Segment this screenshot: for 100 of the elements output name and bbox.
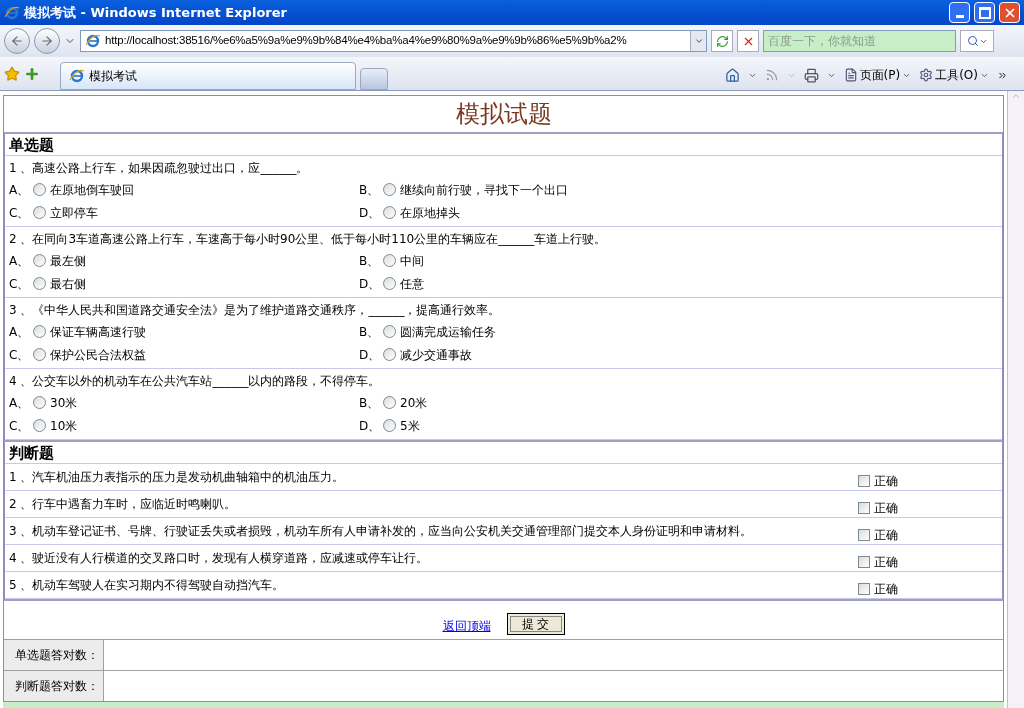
- radio-button[interactable]: [383, 277, 396, 290]
- browser-logo-icon: [4, 4, 20, 21]
- option-letter: C、: [9, 204, 29, 222]
- option-letter: D、: [359, 346, 379, 364]
- search-button[interactable]: [960, 30, 994, 52]
- question-text: 4 、驶近没有人行横道的交叉路口时，发现有人横穿道路，应减速或停车让行。: [9, 550, 430, 567]
- question-text: 3 、机动车登记证书、号牌、行驶证丢失或者损毁，机动车所有人申请补发的，应当向公安机关交通管理部门提交本人身份证明和申请材料。: [9, 523, 754, 540]
- new-tab-button[interactable]: [360, 68, 388, 90]
- option-letter: C、: [9, 346, 29, 364]
- checkbox-label[interactable]: 正确: [874, 580, 898, 598]
- add-favorite-icon[interactable]: [24, 66, 40, 82]
- radio-button[interactable]: [33, 396, 46, 409]
- question-text: 3 、《中华人民共和国道路交通安全法》是为了维护道路交通秩序，______，提高通行效率。: [9, 302, 502, 319]
- refresh-button[interactable]: [711, 30, 733, 52]
- browser-logo-icon: [85, 33, 101, 49]
- radio-button[interactable]: [383, 348, 396, 361]
- refresh-icon: [715, 34, 729, 48]
- question-text: 2 、行车中遇畜力车时，应临近时鸣喇叭。: [9, 496, 238, 513]
- section-heading: 单选题: [5, 134, 1002, 156]
- back-button[interactable]: [4, 28, 30, 54]
- option-label[interactable]: 继续向前行驶，寻找下一个出口: [400, 180, 568, 199]
- option-label[interactable]: 圆满完成运输任务: [400, 322, 496, 341]
- option-label[interactable]: 中间: [400, 251, 424, 270]
- checkbox-label[interactable]: 正确: [874, 472, 898, 490]
- option-letter: A、: [9, 323, 29, 341]
- maximize-button[interactable]: [974, 2, 995, 23]
- checkbox[interactable]: [858, 529, 870, 541]
- option-label[interactable]: 减少交通事故: [400, 345, 472, 364]
- command-label: 工具(O): [935, 67, 978, 84]
- address-field[interactable]: http://localhost:38516/%e6%a5%9a%e9%9b%84%e4%ba%a4%e9%80%9a%e9%9b%86%e5%9b%a2%: [80, 30, 707, 52]
- close-button[interactable]: [999, 2, 1020, 23]
- option-label[interactable]: 在原地掉头: [400, 203, 460, 222]
- home-icon[interactable]: [724, 67, 740, 83]
- back-to-top-link[interactable]: 返回顶端: [442, 617, 491, 635]
- radio-button[interactable]: [33, 277, 46, 290]
- page-icon: [843, 68, 858, 82]
- radio-button[interactable]: [383, 396, 396, 409]
- radio-button[interactable]: [33, 183, 46, 196]
- radio-button[interactable]: [383, 419, 396, 432]
- submit-button[interactable]: 提 交: [506, 613, 565, 635]
- checkbox[interactable]: [858, 475, 870, 487]
- radio-button[interactable]: [33, 419, 46, 432]
- search-icon: [966, 35, 979, 47]
- stop-button[interactable]: [737, 30, 759, 52]
- scrollbar[interactable]: [1007, 91, 1024, 708]
- option-letter: B、: [359, 323, 379, 341]
- radio-button[interactable]: [33, 206, 46, 219]
- option-letter: A、: [9, 394, 29, 412]
- option-label[interactable]: 30米: [50, 393, 78, 412]
- radio-button[interactable]: [33, 254, 46, 267]
- feed-icon[interactable]: [764, 68, 779, 82]
- search-field[interactable]: 百度一下，你就知道: [763, 30, 956, 52]
- radio-button[interactable]: [33, 348, 46, 361]
- option-label[interactable]: 最左侧: [50, 251, 86, 270]
- checkbox-label[interactable]: 正确: [874, 499, 898, 517]
- favorites-star-icon[interactable]: [4, 66, 20, 82]
- option-label[interactable]: 在原地倒车驶回: [50, 180, 134, 199]
- option-label[interactable]: 任意: [400, 274, 424, 293]
- page-title: 模拟试题: [454, 99, 553, 130]
- option-letter: D、: [359, 204, 379, 222]
- radio-button[interactable]: [383, 183, 396, 196]
- browser-logo-icon: [69, 68, 85, 84]
- question-text: 1 、高速公路上行车，如果因疏忽驶过出口，应______。: [9, 160, 310, 177]
- minimize-button[interactable]: [949, 2, 970, 23]
- option-label[interactable]: 20米: [400, 393, 428, 412]
- option-letter: B、: [359, 394, 379, 412]
- section-heading: 判断题: [5, 442, 1002, 464]
- browser-tab[interactable]: 模拟考试: [60, 62, 356, 90]
- radio-button[interactable]: [383, 325, 396, 338]
- radio-button[interactable]: [33, 325, 46, 338]
- option-label[interactable]: 保护公民合法权益: [50, 345, 146, 364]
- question-text: 5 、机动车驾驶人在实习期内不得驾驶自动挡汽车。: [9, 577, 286, 594]
- option-letter: D、: [359, 275, 379, 293]
- option-letter: B、: [359, 181, 379, 199]
- checkbox[interactable]: [858, 502, 870, 514]
- printer-icon[interactable]: [803, 67, 819, 83]
- option-letter: D、: [359, 417, 379, 435]
- option-label[interactable]: 立即停车: [50, 203, 98, 222]
- checkbox-label[interactable]: 正确: [874, 526, 898, 544]
- checkbox-label[interactable]: 正确: [874, 553, 898, 571]
- option-label[interactable]: 5米: [400, 416, 420, 435]
- forward-button[interactable]: [34, 28, 60, 54]
- option-label[interactable]: 保证车辆高速行驶: [50, 322, 146, 341]
- score-label: 判断题答对数：: [4, 671, 104, 701]
- window-title: 模拟考试 - Windows Internet Explorer: [24, 3, 288, 22]
- radio-button[interactable]: [383, 254, 396, 267]
- arrow-left-icon: [10, 34, 24, 48]
- option-letter: A、: [9, 252, 29, 270]
- option-label[interactable]: 10米: [50, 416, 78, 435]
- score-label: 单选题答对数：: [4, 640, 104, 670]
- question-text: 1 、汽车机油压力表指示的压力是发动机曲轴箱中的机油压力。: [9, 469, 346, 486]
- checkbox[interactable]: [858, 556, 870, 568]
- option-label[interactable]: 最右侧: [50, 274, 86, 293]
- option-letter: A、: [9, 181, 29, 199]
- command-label: 页面(P): [859, 67, 901, 84]
- radio-button[interactable]: [383, 206, 396, 219]
- checkbox[interactable]: [858, 583, 870, 595]
- option-letter: C、: [9, 275, 29, 293]
- question-text: 2 、在同向3车道高速公路上行车，车速高于每小时90公里、低于每小时110公里的车辆应在______车道上行驶。: [9, 231, 608, 248]
- arrow-right-icon: [40, 34, 54, 48]
